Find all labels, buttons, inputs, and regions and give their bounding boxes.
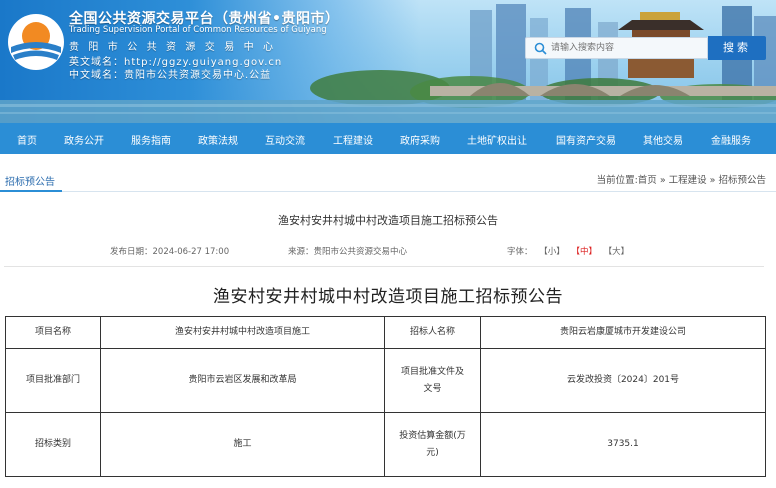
site-logo-icon bbox=[8, 14, 64, 70]
header-banner: 全国公共资源交易平台（贵州省•贵阳市） Trading Supervision … bbox=[0, 0, 776, 123]
font-medium-button[interactable]: 【中】 bbox=[571, 247, 597, 257]
search-button[interactable]: 搜索 bbox=[708, 36, 766, 60]
search-icon bbox=[534, 42, 547, 55]
table-cell-value: 施工 bbox=[100, 412, 385, 477]
search-input[interactable] bbox=[551, 40, 701, 56]
table-cell-value: 渔安村安井村城中村改造项目施工 bbox=[100, 316, 385, 349]
nav-item-home[interactable]: 首页 bbox=[17, 132, 37, 147]
table-cell-label: 项目批准部门 bbox=[5, 348, 101, 413]
center-name: 贵阳市公共资源交易中心 bbox=[69, 42, 283, 53]
nav-item-policies[interactable]: 政策法规 bbox=[198, 132, 238, 147]
nav-item-service-guide[interactable]: 服务指南 bbox=[131, 132, 171, 147]
table-row: 项目批准部门 贵阳市云岩区发展和改革局 项目批准文件及文号 云发改投资〔2024… bbox=[5, 348, 766, 413]
table-cell-label: 项目批准文件及文号 bbox=[384, 348, 481, 413]
table-cell-label: 招标类别 bbox=[5, 412, 101, 477]
table-cell-label: 投资估算金额(万元) bbox=[384, 412, 481, 477]
nav-item-other-trading[interactable]: 其他交易 bbox=[643, 132, 683, 147]
table-row: 项目名称 渔安村安井村城中村改造项目施工 招标人名称 贵阳云岩康厦城市开发建设公… bbox=[5, 316, 766, 349]
article-source: 来源：贵阳市公共资源交易中心 bbox=[288, 247, 408, 257]
project-info-table: 项目名称 渔安村安井村城中村改造项目施工 招标人名称 贵阳云岩康厦城市开发建设公… bbox=[5, 316, 766, 477]
publish-date: 发布日期：2024-06-27 17:00 bbox=[110, 247, 230, 257]
section-header: 招标预公告 当前位置:首页 » 工程建设 » 招标预公告 bbox=[0, 166, 776, 192]
main-nav: 首页 政务公开 服务指南 政策法规 互动交流 工程建设 政府采购 土地矿权出让 … bbox=[0, 123, 776, 154]
table-cell-value: 贵阳市云岩区发展和改革局 bbox=[100, 348, 385, 413]
nav-item-procurement[interactable]: 政府采购 bbox=[400, 132, 440, 147]
table-cell-value: 云发改投资〔2024〕201号 bbox=[480, 348, 766, 413]
breadcrumb[interactable]: 当前位置:首页 » 工程建设 » 招标预公告 bbox=[597, 172, 766, 186]
search-box bbox=[525, 37, 708, 59]
font-size-label: 字体： bbox=[507, 247, 533, 257]
nav-item-state-assets[interactable]: 国有资产交易 bbox=[556, 132, 616, 147]
table-cell-label: 项目名称 bbox=[5, 316, 101, 349]
table-row: 招标类别 施工 投资估算金额(万元) 3735.1 bbox=[5, 412, 766, 477]
nav-item-land-mining[interactable]: 土地矿权出让 bbox=[467, 132, 527, 147]
table-cell-value: 贵阳云岩康厦城市开发建设公司 bbox=[480, 316, 766, 349]
table-cell-value: 3735.1 bbox=[480, 412, 766, 477]
chinese-domain: 中文域名：贵阳市公共资源交易中心.公益 bbox=[69, 70, 272, 81]
font-size-control: 字体： 【小】 【中】 【大】 bbox=[507, 245, 633, 257]
header-divider bbox=[4, 266, 764, 267]
document-title: 渔安村安井村城中村改造项目施工招标预公告 bbox=[213, 287, 563, 307]
nav-item-construction[interactable]: 工程建设 bbox=[333, 132, 373, 147]
nav-item-financial-services[interactable]: 金融服务 bbox=[711, 132, 751, 147]
article-title: 渔安村安井村城中村改造项目施工招标预公告 bbox=[278, 214, 498, 227]
section-title-underline bbox=[0, 190, 62, 192]
font-small-button[interactable]: 【小】 bbox=[539, 247, 565, 257]
table-cell-label: 招标人名称 bbox=[384, 316, 481, 349]
section-title: 招标预公告 bbox=[5, 177, 55, 188]
font-large-button[interactable]: 【大】 bbox=[604, 247, 630, 257]
site-title-english: Trading Supervision Portal of Common Res… bbox=[69, 25, 327, 35]
nav-item-government-affairs[interactable]: 政务公开 bbox=[64, 132, 104, 147]
nav-item-interaction[interactable]: 互动交流 bbox=[265, 132, 305, 147]
